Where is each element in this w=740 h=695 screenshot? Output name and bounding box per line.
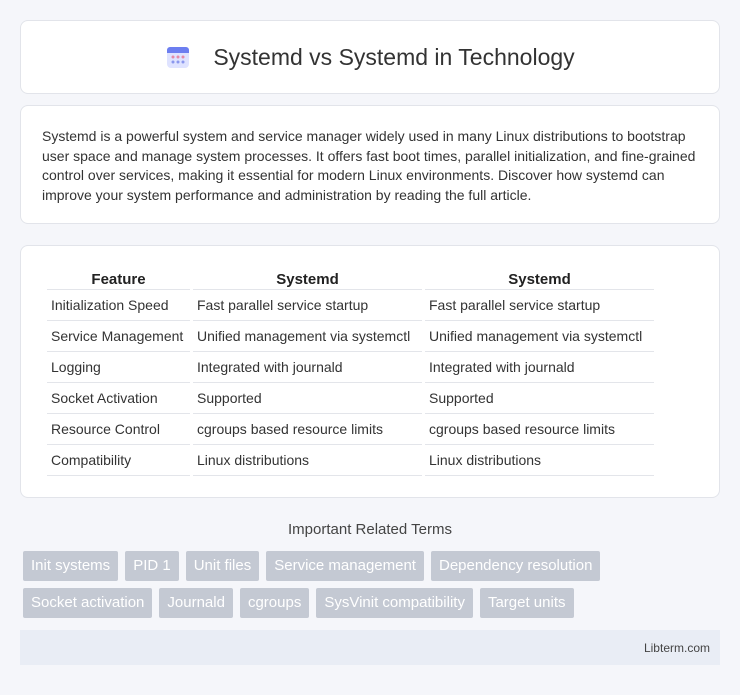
- column-header-systemd-a: Systemd: [193, 266, 422, 290]
- table-cell: Service Management: [47, 321, 190, 352]
- intro-text: Systemd is a powerful system and service…: [42, 128, 696, 203]
- table-cell: Fast parallel service startup: [425, 290, 654, 321]
- column-header-systemd-b: Systemd: [425, 266, 654, 290]
- table-row: Compatibility Linux distributions Linux …: [47, 445, 654, 476]
- table-row: Logging Integrated with journald Integra…: [47, 352, 654, 383]
- footer: Libterm.com: [20, 630, 720, 665]
- table-cell: Supported: [425, 383, 654, 414]
- page: Systemd vs Systemd in Technology Systemd…: [0, 0, 740, 695]
- related-terms-title: Important Related Terms: [288, 521, 452, 538]
- table-cell: Logging: [47, 352, 190, 383]
- table-cell: Linux distributions: [425, 445, 654, 476]
- table-row: Socket Activation Supported Supported: [47, 383, 654, 414]
- table-cell: cgroups based resource limits: [193, 414, 422, 445]
- term-tag-dependency-resolution[interactable]: Dependency resolution: [430, 551, 601, 581]
- table-cell: Integrated with journald: [425, 352, 654, 383]
- term-tag-service-management[interactable]: Service management: [266, 551, 424, 581]
- table-cell: Unified management via systemctl: [425, 321, 654, 352]
- table-cell: Initialization Speed: [47, 290, 190, 321]
- term-tag-init-systems[interactable]: Init systems: [23, 551, 119, 581]
- term-tag-pid-1[interactable]: PID 1: [125, 551, 179, 581]
- related-terms-list: Init systems PID 1 Unit files Service ma…: [20, 551, 680, 618]
- term-tag-unit-files[interactable]: Unit files: [185, 551, 260, 581]
- table-cell: Linux distributions: [193, 445, 422, 476]
- page-title: Systemd vs Systemd in Technology: [213, 43, 575, 70]
- table-cell: Integrated with journald: [193, 352, 422, 383]
- table-row: Initialization Speed Fast parallel servi…: [47, 290, 654, 321]
- intro-card: Systemd is a powerful system and service…: [20, 105, 720, 224]
- comparison-table: Feature Systemd Systemd Initialization S…: [44, 266, 657, 476]
- comparison-table-card: Feature Systemd Systemd Initialization S…: [20, 245, 720, 498]
- term-tag-sysvinit-compatibility[interactable]: SysVinit compatibility: [316, 588, 473, 618]
- table-cell: Unified management via systemctl: [193, 321, 422, 352]
- term-tag-target-units[interactable]: Target units: [479, 588, 574, 618]
- column-header-feature: Feature: [47, 266, 190, 290]
- table-cell: Fast parallel service startup: [193, 290, 422, 321]
- table-cell: Socket Activation: [47, 383, 190, 414]
- header-card: Systemd vs Systemd in Technology: [20, 20, 720, 94]
- table-cell: Supported: [193, 383, 422, 414]
- table-cell: Compatibility: [47, 445, 190, 476]
- term-tag-socket-activation[interactable]: Socket activation: [23, 588, 153, 618]
- term-tag-cgroups[interactable]: cgroups: [239, 588, 310, 618]
- term-tag-journald[interactable]: Journald: [159, 588, 233, 618]
- footer-site-link[interactable]: Libterm.com: [644, 641, 710, 655]
- table-cell: Resource Control: [47, 414, 190, 445]
- table-cell: cgroups based resource limits: [425, 414, 654, 445]
- table-row: Resource Control cgroups based resource …: [47, 414, 654, 445]
- calendar-icon: [167, 47, 190, 68]
- table-header-row: Feature Systemd Systemd: [47, 266, 654, 290]
- table-row: Service Management Unified management vi…: [47, 321, 654, 352]
